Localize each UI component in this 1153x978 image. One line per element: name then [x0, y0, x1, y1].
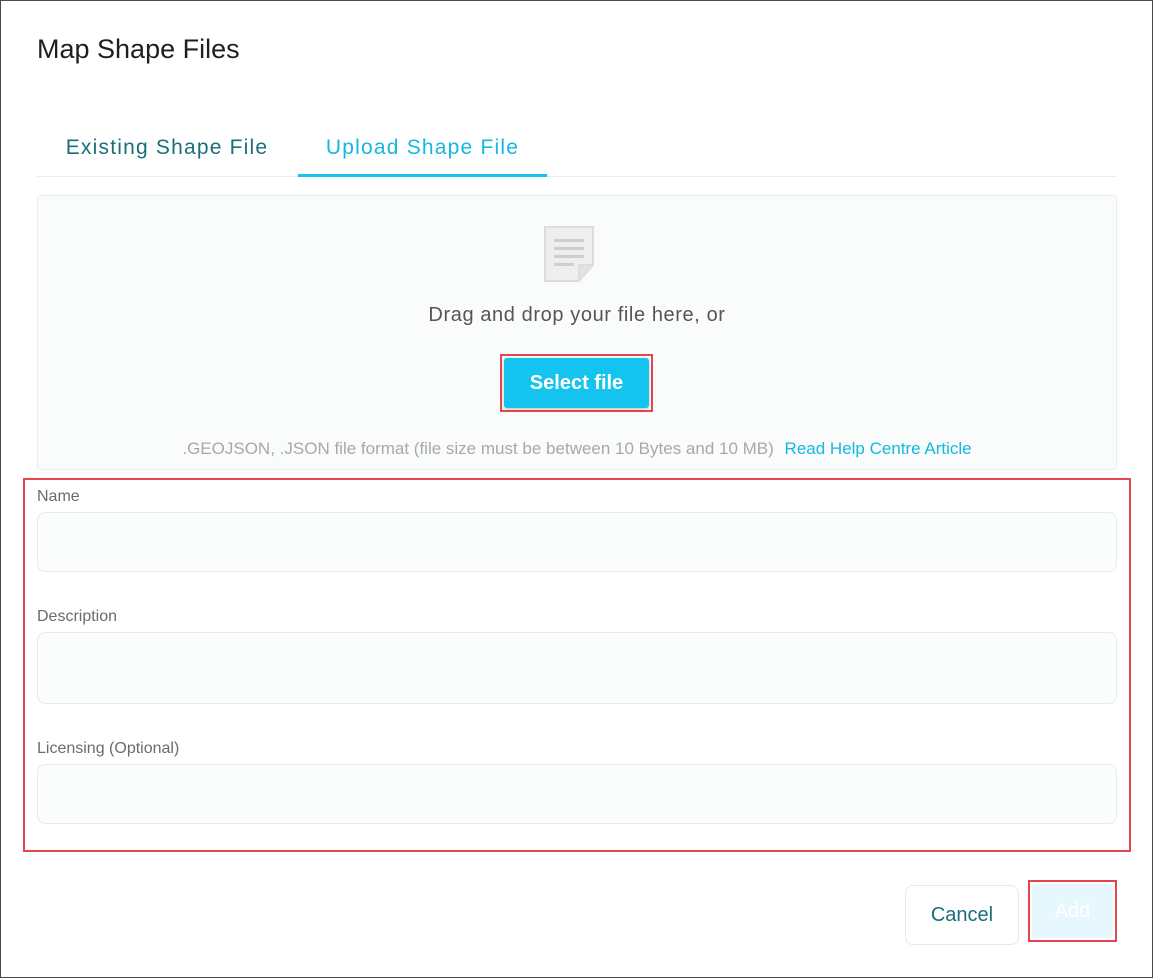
- name-label: Name: [37, 488, 80, 505]
- add-button[interactable]: Add: [1032, 884, 1113, 938]
- name-input[interactable]: [37, 512, 1117, 572]
- cancel-button[interactable]: Cancel: [905, 885, 1019, 945]
- file-format-text: .GEOJSON, .JSON file format (file size m…: [182, 439, 774, 458]
- map-shape-files-dialog: Map Shape Files Existing Shape File Uplo…: [0, 0, 1153, 978]
- licensing-input[interactable]: [37, 764, 1117, 824]
- dialog-title: Map Shape Files: [37, 34, 240, 64]
- description-label: Description: [37, 608, 118, 625]
- file-drop-zone[interactable]: Drag and drop your file here, or Select …: [37, 195, 1117, 470]
- help-centre-link[interactable]: Read Help Centre Article: [785, 439, 972, 458]
- tab-bar: Existing Shape File Upload Shape File: [37, 119, 1117, 177]
- drag-drop-text: Drag and drop your file here, or: [428, 304, 726, 326]
- document-icon: [544, 226, 594, 282]
- licensing-label: Licensing (Optional): [37, 740, 180, 757]
- file-format-info: .GEOJSON, .JSON file format (file size m…: [38, 439, 1116, 459]
- tab-upload-shape-file[interactable]: Upload Shape File: [298, 119, 547, 177]
- tab-existing-shape-file[interactable]: Existing Shape File: [37, 119, 297, 174]
- select-file-button[interactable]: Select file: [504, 358, 649, 408]
- description-input[interactable]: [37, 632, 1117, 704]
